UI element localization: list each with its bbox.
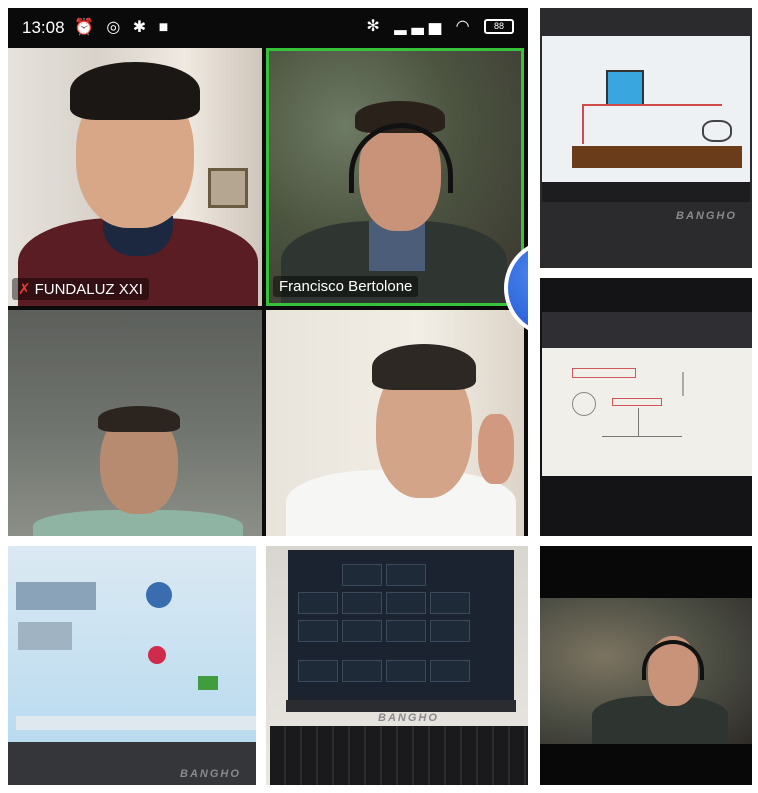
participant-name: Francisco Bertolone xyxy=(279,278,413,295)
system-icons: ✻ ▂▃▅ ◠ 88 xyxy=(366,16,514,36)
status-bar: 13:08 ⏰ ◎ ✱ ■ ✻ ▂▃▅ ◠ 88 xyxy=(8,8,528,48)
participant-video-4[interactable] xyxy=(266,310,524,536)
participant-name-tag: Francisco Bertolone xyxy=(273,276,419,297)
notification-icons: ⏰ ◎ ✱ ■ xyxy=(74,19,173,36)
wifi-icon: ◠ xyxy=(455,18,475,35)
laptop-brand: BANGHO xyxy=(378,712,439,724)
laptop-photo-gallery: BANGHO xyxy=(266,546,528,785)
video-call-panel: 13:08 ⏰ ◎ ✱ ■ ✻ ▂▃▅ ◠ 88 ✗ FUNDALUZ XXI F… xyxy=(8,8,528,536)
laptop-brand: BANGHO xyxy=(676,210,737,222)
laptop-photo-slide: BANGHO xyxy=(8,546,256,785)
mic-off-icon: ✗ xyxy=(18,281,31,298)
signal-icon: ▂▃▅ xyxy=(394,18,447,35)
participant-video-3[interactable] xyxy=(8,310,262,536)
status-time: 13:08 xyxy=(22,18,65,37)
participant-video-francisco[interactable]: Francisco Bertolone xyxy=(266,48,524,306)
laptop-brand: BANGHO xyxy=(180,768,241,780)
participant-name: FUNDALUZ XXI xyxy=(34,281,143,298)
laptop-photo-diagram: BANGHO xyxy=(540,8,752,268)
laptop-photo-mindmap xyxy=(540,278,752,536)
cropped-speaker-video xyxy=(540,546,752,785)
participant-video-fundaluz[interactable]: ✗ FUNDALUZ XXI xyxy=(8,48,262,306)
participant-name-tag: ✗ FUNDALUZ XXI xyxy=(12,278,149,300)
battery-icon: 88 xyxy=(484,19,514,35)
bluetooth-icon: ✻ xyxy=(366,18,385,35)
